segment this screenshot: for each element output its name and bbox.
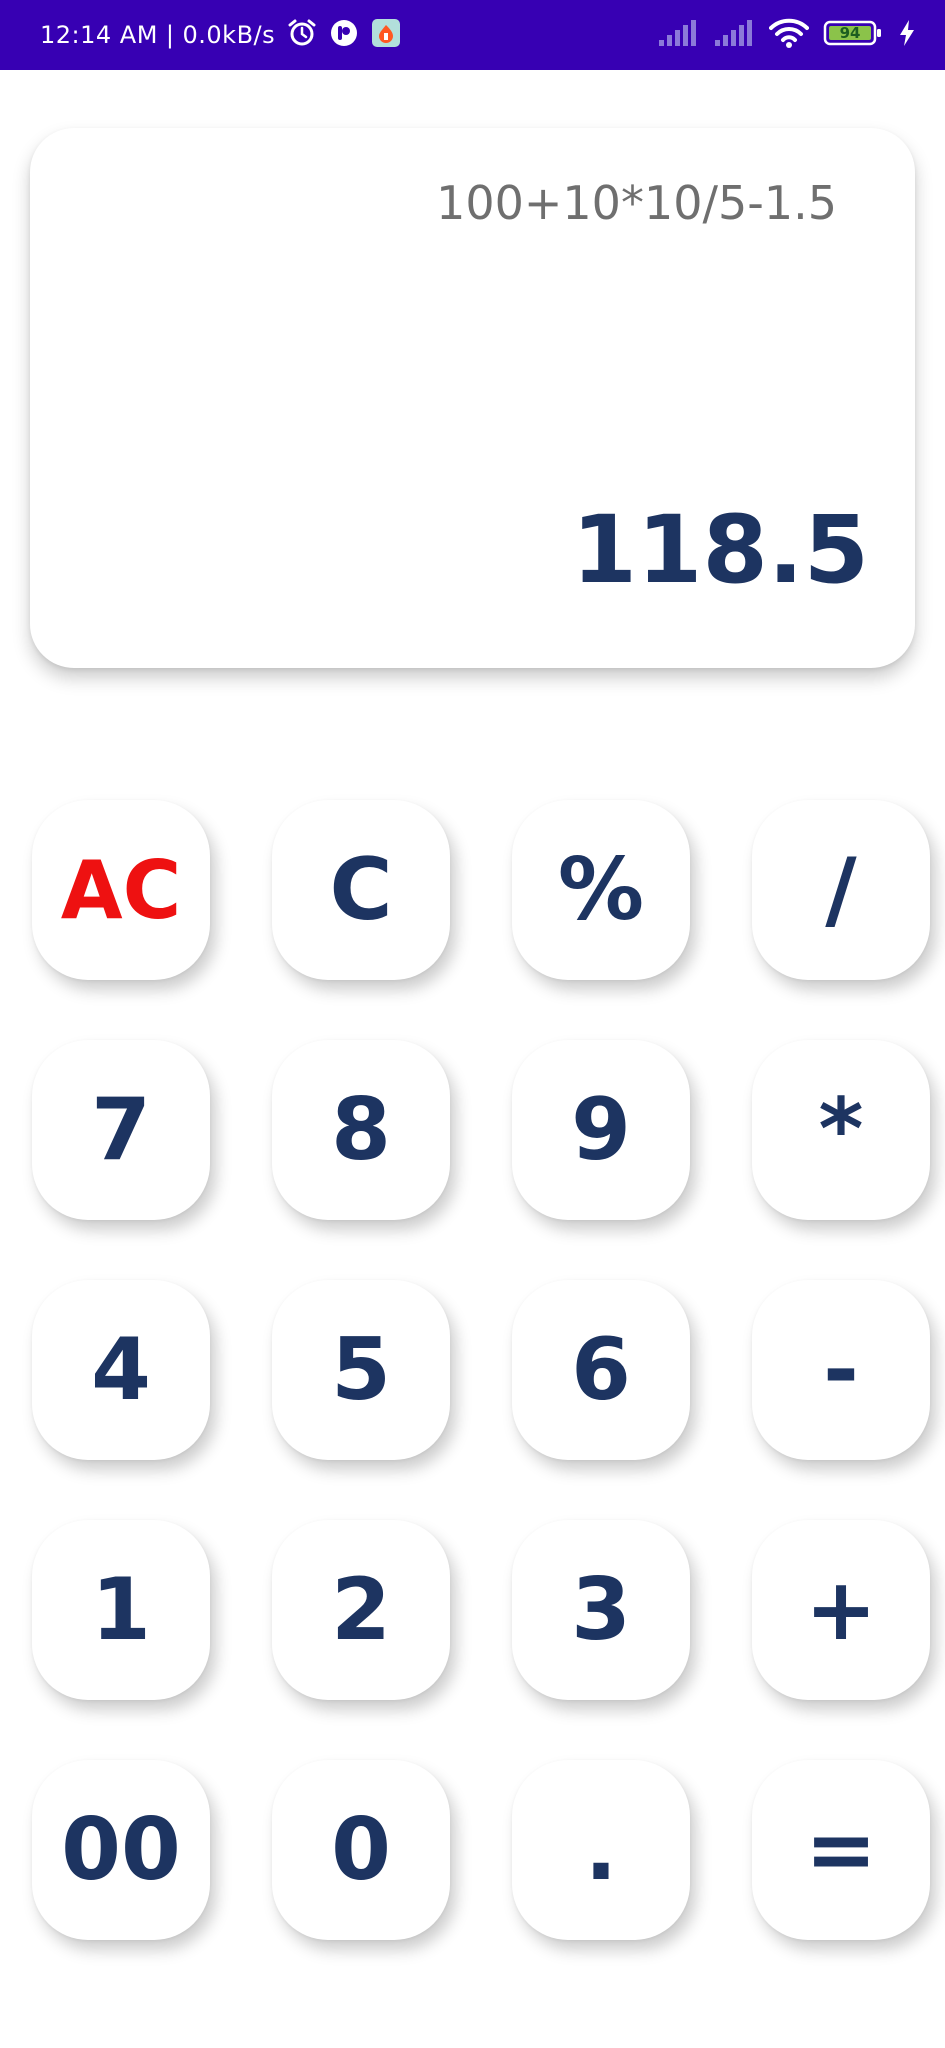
signal-icon <box>657 18 699 52</box>
divide-button[interactable]: / <box>752 800 930 980</box>
wifi-icon <box>769 18 809 52</box>
decimal-button[interactable]: . <box>512 1760 690 1940</box>
status-right: 94 <box>643 18 917 52</box>
digit-0-button[interactable]: 0 <box>272 1760 450 1940</box>
percent-button[interactable]: % <box>512 800 690 980</box>
plus-button[interactable]: + <box>752 1520 930 1700</box>
digit-3-button[interactable]: 3 <box>512 1520 690 1700</box>
status-time: 12:14 AM <box>40 21 158 49</box>
expression-text: 100+10*10/5-1.5 <box>436 176 837 230</box>
digit-1-button[interactable]: 1 <box>32 1520 210 1700</box>
app-icon-orange <box>371 18 401 52</box>
charging-icon <box>897 18 917 52</box>
all-clear-button[interactable]: AC <box>32 800 210 980</box>
digit-4-button[interactable]: 4 <box>32 1280 210 1460</box>
digit-9-button[interactable]: 9 <box>512 1040 690 1220</box>
result-text: 118.5 <box>571 496 869 605</box>
battery-icon: 94 <box>823 18 883 52</box>
digit-7-button[interactable]: 7 <box>32 1040 210 1220</box>
network-speed: 0.0kB/s <box>182 21 276 49</box>
clear-button[interactable]: C <box>272 800 450 980</box>
digit-5-button[interactable]: 5 <box>272 1280 450 1460</box>
multiply-button[interactable]: * <box>752 1040 930 1220</box>
alarm-icon <box>287 18 317 52</box>
status-bar: 12:14 AM | 0.0kB/s 94 <box>0 0 945 70</box>
status-left: 12:14 AM | 0.0kB/s <box>40 18 401 52</box>
equals-button[interactable]: = <box>752 1760 930 1940</box>
signal-icon <box>713 18 755 52</box>
digit-6-button[interactable]: 6 <box>512 1280 690 1460</box>
digit-8-button[interactable]: 8 <box>272 1040 450 1220</box>
keypad: AC C % / 7 8 9 * 4 5 6 - 1 2 3 + 00 0 . … <box>32 800 930 1940</box>
calculator-display: 100+10*10/5-1.5 118.5 <box>30 128 915 668</box>
double-zero-button[interactable]: 00 <box>32 1760 210 1940</box>
digit-2-button[interactable]: 2 <box>272 1520 450 1700</box>
minus-button[interactable]: - <box>752 1280 930 1460</box>
battery-level: 94 <box>840 24 861 42</box>
status-separator: | <box>165 21 175 49</box>
app-icon <box>329 18 359 52</box>
